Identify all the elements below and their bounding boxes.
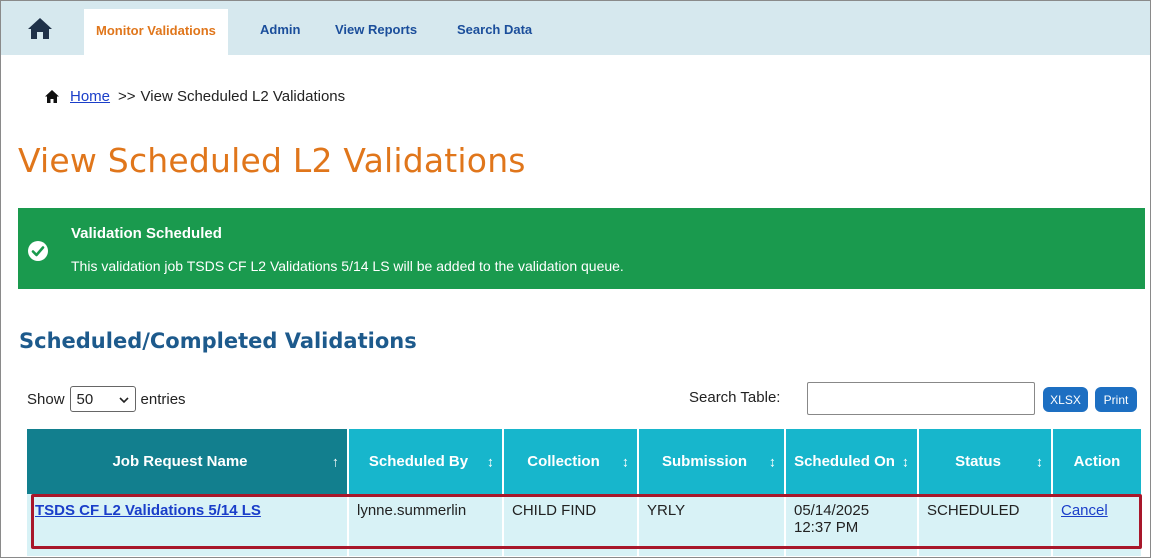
search-label: Search Table: — [689, 389, 781, 406]
section-title: Scheduled/Completed Validations — [19, 329, 417, 353]
breadcrumb-current: View Scheduled L2 Validations — [140, 87, 346, 105]
column-header-label: Job Request Name — [112, 453, 248, 470]
column-header-action: Action — [1052, 429, 1141, 494]
cancel-link[interactable]: Cancel — [1061, 502, 1108, 519]
alert-message: This validation job TSDS CF L2 Validatio… — [71, 258, 624, 274]
nav-tab-monitor-validations[interactable]: Monitor Validations — [84, 9, 228, 55]
house-icon[interactable] — [26, 13, 54, 43]
nav-tab-view-reports[interactable]: View Reports — [323, 1, 429, 55]
column-header-submission[interactable]: Submission ↕ — [638, 429, 786, 494]
sort-icon: ↕ — [1036, 453, 1043, 469]
column-header-collection[interactable]: Collection ↕ — [503, 429, 639, 494]
column-header-label: Collection — [527, 453, 600, 470]
cell-action: Cancel — [1052, 494, 1141, 556]
nav-tab-admin[interactable]: Admin — [248, 1, 312, 55]
column-header-scheduled-on[interactable]: Scheduled On ↕ — [785, 429, 919, 494]
cell-collection: CHILD FIND — [503, 494, 639, 556]
success-alert: Validation Scheduled This validation job… — [18, 208, 1145, 289]
print-button[interactable]: Print — [1095, 387, 1137, 412]
column-header-label: Scheduled On — [794, 453, 895, 470]
search-table-input[interactable] — [807, 382, 1035, 415]
page-title: View Scheduled L2 Validations — [18, 141, 526, 180]
breadcrumb-separator: >> — [118, 87, 136, 105]
check-circle-icon — [28, 241, 48, 261]
validations-table: Job Request Name ↑ Scheduled By ↕ Collec… — [27, 429, 1141, 556]
nav-tab-search-data[interactable]: Search Data — [445, 1, 544, 55]
job-request-link[interactable]: TSDS CF L2 Validations 5/14 LS — [35, 502, 261, 519]
column-header-label: Submission — [661, 453, 747, 470]
column-header-scheduled-by[interactable]: Scheduled By ↕ — [348, 429, 504, 494]
sort-icon: ↕ — [902, 453, 909, 469]
column-header-job-request-name[interactable]: Job Request Name ↑ — [27, 429, 349, 494]
column-header-label: Status — [955, 453, 1001, 470]
breadcrumb: Home >> View Scheduled L2 Validations — [45, 86, 345, 106]
column-header-status[interactable]: Status ↕ — [918, 429, 1053, 494]
column-header-label: Action — [1073, 453, 1121, 470]
scheduled-date: 05/14/2025 — [794, 502, 870, 519]
table-header-row: Job Request Name ↑ Scheduled By ↕ Collec… — [27, 429, 1141, 494]
scheduled-time: 12:37 PM — [794, 519, 859, 536]
cell-submission: YRLY — [638, 494, 786, 556]
show-entries: Show 50 entries — [27, 386, 186, 412]
top-nav: Monitor Validations Admin View Reports S… — [1, 1, 1150, 55]
sort-asc-icon: ↑ — [332, 453, 339, 469]
chevron-down-icon — [118, 391, 129, 408]
entries-label: entries — [140, 390, 186, 408]
table-row: TSDS CF L2 Validations 5/14 LS lynne.sum… — [27, 494, 1141, 556]
cell-scheduled-by: lynne.summerlin — [348, 494, 504, 556]
sort-icon: ↕ — [769, 453, 776, 469]
column-header-label: Scheduled By — [368, 453, 469, 470]
house-icon — [45, 89, 59, 103]
page-size-value: 50 — [76, 390, 94, 408]
breadcrumb-home-link[interactable]: Home — [70, 88, 110, 105]
cell-job-request-name: TSDS CF L2 Validations 5/14 LS — [27, 494, 349, 556]
page-size-select[interactable]: 50 — [69, 386, 136, 412]
sort-icon: ↕ — [622, 453, 629, 469]
alert-title: Validation Scheduled — [71, 225, 222, 242]
show-label: Show — [27, 390, 65, 408]
xlsx-export-button[interactable]: XLSX — [1043, 387, 1088, 412]
cell-scheduled-on: 05/14/2025 12:37 PM — [785, 494, 919, 556]
cell-status: SCHEDULED — [918, 494, 1053, 556]
sort-icon: ↕ — [487, 453, 494, 469]
